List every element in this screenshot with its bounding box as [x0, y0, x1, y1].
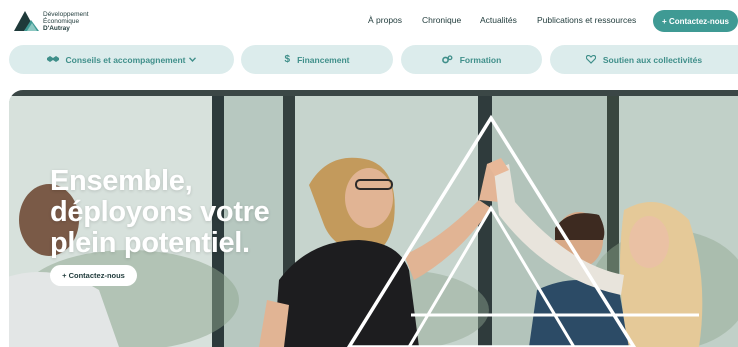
nav-link-a-propos[interactable]: À propos [368, 15, 402, 25]
site-header: Développement Économique D'Autray À prop… [0, 0, 738, 42]
brand-logo[interactable]: Développement Économique D'Autray [12, 9, 89, 33]
heart-icon [585, 55, 596, 64]
hero-banner: Ensemble, déployons votre plein potentie… [9, 90, 738, 347]
category-label: Financement [297, 54, 350, 65]
brand-line-1: Développement [43, 10, 89, 18]
handshake-icon [46, 55, 59, 64]
gears-icon [441, 55, 453, 64]
dollar-icon: $ [284, 54, 291, 65]
category-formation-button[interactable]: Formation [401, 45, 542, 74]
chevron-down-icon [189, 57, 197, 62]
category-financement-button[interactable]: $ Financement [241, 45, 393, 74]
category-label: Conseils et accompagnement [65, 54, 186, 65]
brand-name: Développement Économique D'Autray [43, 11, 89, 32]
hero-headline-line-1: Ensemble, [50, 165, 193, 197]
nav-link-publications[interactable]: Publications et ressources [537, 15, 636, 25]
logo-triangle-icon [14, 11, 39, 31]
hero-headline: Ensemble, déployons votre plein potentie… [50, 166, 270, 259]
header-contact-button[interactable]: + Contactez-nous [653, 10, 738, 32]
brand-line-2: Économique [43, 17, 80, 25]
category-soutien-button[interactable]: Soutien aux collectivités [550, 45, 738, 74]
nav-link-actualites[interactable]: Actualités [480, 15, 517, 25]
category-label: Formation [459, 54, 502, 65]
category-conseils-button[interactable]: Conseils et accompagnement [9, 45, 234, 74]
hero-contact-button[interactable]: + Contactez-nous [50, 265, 137, 286]
hero-headline-line-2: déployons votre [50, 196, 270, 228]
brand-line-3: D'Autray [43, 24, 70, 32]
nav-link-chronique[interactable]: Chronique [422, 15, 461, 25]
category-label: Soutien aux collectivités [602, 54, 703, 65]
hero-headline-line-3: plein potentiel. [50, 227, 250, 259]
